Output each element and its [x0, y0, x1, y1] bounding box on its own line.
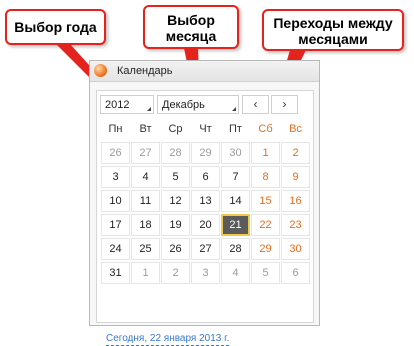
day-cell-weekend[interactable]: 8 — [251, 166, 280, 188]
navigation-callout: Переходы между месяцами — [262, 9, 404, 51]
week-row: 10 11 12 13 14 15 16 — [101, 190, 313, 214]
day-cell-weekend[interactable]: 15 — [251, 190, 280, 212]
day-cell[interactable]: 10 — [101, 190, 130, 212]
day-cell-outside[interactable]: 26 — [101, 142, 130, 164]
day-cell-outside[interactable]: 4 — [221, 262, 250, 284]
day-cell[interactable]: 18 — [131, 214, 160, 236]
day-cell-outside[interactable]: 27 — [131, 142, 160, 164]
next-month-button[interactable]: › — [271, 95, 298, 114]
day-cell[interactable]: 3 — [101, 166, 130, 188]
day-cell[interactable]: 14 — [221, 190, 250, 212]
day-cell[interactable]: 27 — [191, 238, 220, 260]
day-cell-weekend[interactable]: 29 — [251, 238, 280, 260]
day-cell[interactable]: 28 — [221, 238, 250, 260]
month-select-value: Декабрь — [162, 99, 205, 111]
year-callout-text: Выбор года — [14, 19, 97, 35]
weekday-header: Вт — [131, 118, 160, 140]
month-callout: Выбор месяца — [143, 5, 239, 49]
prev-month-button[interactable]: ‹ — [242, 95, 269, 114]
day-cell-weekend[interactable]: 16 — [281, 190, 310, 212]
day-cell[interactable]: 4 — [131, 166, 160, 188]
week-row: 17 18 19 20 21 22 23 — [101, 214, 313, 238]
day-cell[interactable]: 6 — [191, 166, 220, 188]
day-cell-outside[interactable]: 1 — [131, 262, 160, 284]
week-row: 26 27 28 29 30 1 2 — [101, 142, 313, 166]
chevron-right-icon: › — [282, 97, 287, 111]
day-cell[interactable]: 31 — [101, 262, 130, 284]
weekday-header: Пн — [101, 118, 130, 140]
dropdown-corner-icon — [232, 107, 236, 111]
day-cell[interactable]: 5 — [161, 166, 190, 188]
day-cell[interactable]: 17 — [101, 214, 130, 236]
window-title: Календарь — [117, 65, 173, 77]
dropdown-corner-icon — [147, 107, 151, 111]
day-cell-outside[interactable]: 5 — [251, 262, 280, 284]
day-cell[interactable]: 12 — [161, 190, 190, 212]
week-row: 3 4 5 6 7 8 9 — [101, 166, 313, 190]
day-cell[interactable]: 26 — [161, 238, 190, 260]
calendar-window: Календарь 2012 Декабрь ‹ › Пн Вт Ср Чт П… — [89, 60, 320, 346]
weekday-header: Пт — [221, 118, 250, 140]
day-cell[interactable]: 20 — [191, 214, 220, 236]
chevron-left-icon: ‹ — [253, 97, 258, 111]
year-callout: Выбор года — [5, 9, 106, 45]
month-select[interactable]: Декабрь — [157, 95, 239, 114]
day-cell[interactable]: 19 — [161, 214, 190, 236]
weekday-header-row: Пн Вт Ср Чт Пт Сб Вс — [101, 118, 313, 142]
day-cell-weekend[interactable]: 23 — [281, 214, 310, 236]
calendar-grid: Пн Вт Ср Чт Пт Сб Вс 26 27 28 29 30 1 2 … — [101, 118, 313, 286]
weekday-header: Ср — [161, 118, 190, 140]
day-cell-outside[interactable]: 6 — [281, 262, 310, 284]
day-cell[interactable]: 24 — [101, 238, 130, 260]
day-cell[interactable]: 25 — [131, 238, 160, 260]
day-cell-weekend[interactable]: 30 — [281, 238, 310, 260]
weekday-header-weekend: Сб — [251, 118, 280, 140]
day-cell[interactable]: 11 — [131, 190, 160, 212]
navigation-callout-text: Переходы между месяцами — [273, 15, 393, 47]
day-cell-weekend[interactable]: 22 — [251, 214, 280, 236]
today-link[interactable]: Сегодня, 22 января 2013 г. — [106, 333, 230, 346]
day-cell-weekend[interactable]: 9 — [281, 166, 310, 188]
week-row: 24 25 26 27 28 29 30 — [101, 238, 313, 262]
day-cell-outside[interactable]: 29 — [191, 142, 220, 164]
day-cell-weekend[interactable]: 1 — [251, 142, 280, 164]
calendar-panel: 2012 Декабрь ‹ › Пн Вт Ср Чт Пт Сб Вс 26 — [96, 90, 314, 346]
month-callout-text: Выбор месяца — [165, 12, 217, 44]
year-select[interactable]: 2012 — [100, 95, 154, 114]
day-cell[interactable]: 7 — [221, 166, 250, 188]
day-cell-outside[interactable]: 28 — [161, 142, 190, 164]
weekday-header: Чт — [191, 118, 220, 140]
day-cell-outside[interactable]: 30 — [221, 142, 250, 164]
day-cell-selected[interactable]: 21 — [221, 214, 250, 236]
day-cell-weekend[interactable]: 2 — [281, 142, 310, 164]
weekday-header-weekend: Вс — [281, 118, 310, 140]
day-cell-outside[interactable]: 3 — [191, 262, 220, 284]
week-row: 31 1 2 3 4 5 6 — [101, 262, 313, 286]
year-select-value: 2012 — [105, 99, 130, 111]
day-cell-outside[interactable]: 2 — [161, 262, 190, 284]
day-cell[interactable]: 13 — [191, 190, 220, 212]
app-icon — [94, 64, 107, 77]
title-bar: Календарь — [90, 61, 319, 82]
